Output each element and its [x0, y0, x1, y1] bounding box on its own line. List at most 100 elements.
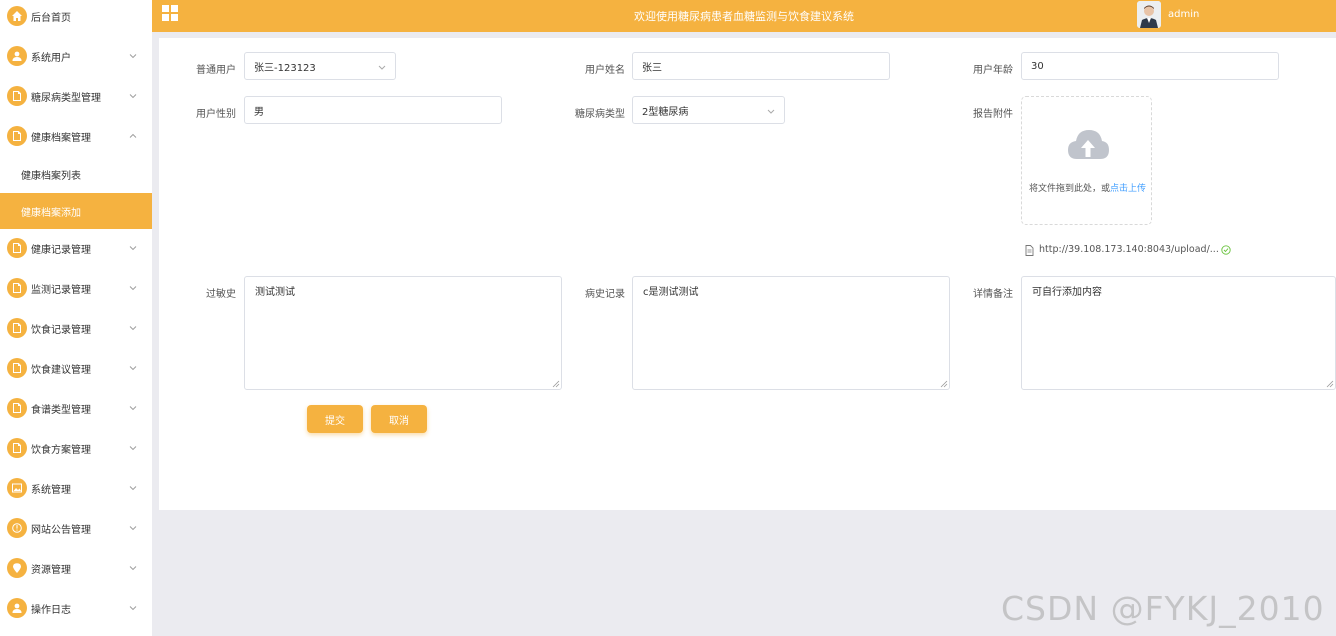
sidebar-item-label: 糖尿病类型管理 — [31, 92, 101, 104]
resize-handle-icon[interactable] — [1326, 380, 1334, 388]
type-label: 糖尿病类型 — [575, 109, 625, 120]
sidebar-item[interactable]: 饮食建议管理 — [0, 348, 152, 388]
age-label: 用户年龄 — [973, 65, 1013, 76]
user-select[interactable]: 张三-123123 — [244, 52, 396, 80]
location-icon — [7, 558, 27, 578]
user-icon — [7, 46, 27, 66]
upload-hint: 将文件拖到此处，或点击上传 — [1022, 181, 1153, 194]
user-select-value: 张三-123123 — [254, 62, 316, 74]
name-input-value: 张三 — [642, 62, 662, 74]
sidebar-item[interactable]: 系统用户 — [0, 36, 152, 76]
notes-label: 详情备注 — [973, 289, 1013, 300]
sidebar-item[interactable]: 监测记录管理 — [0, 268, 152, 308]
allergy-value: 测试测试 — [255, 287, 295, 298]
file-icon — [7, 86, 27, 106]
resize-handle-icon[interactable] — [940, 380, 948, 388]
diabetes-type-select[interactable]: 2型糖尿病 — [632, 96, 785, 124]
sidebar-item-label: 监测记录管理 — [31, 284, 91, 296]
submit-button[interactable]: 提交 — [307, 405, 363, 433]
sidebar-item-label: 食谱类型管理 — [31, 404, 91, 416]
file-icon — [7, 318, 27, 338]
age-input-value: 30 — [1031, 60, 1044, 72]
sidebar-item-label: 饮食记录管理 — [31, 324, 91, 336]
chevron-down-icon — [129, 366, 137, 371]
cancel-button[interactable]: 取消 — [371, 405, 427, 433]
chevron-down-icon — [129, 286, 137, 291]
sidebar-item[interactable]: 糖尿病类型管理 — [0, 76, 152, 116]
sidebar-item[interactable]: 饮食记录管理 — [0, 308, 152, 348]
chevron-down-icon — [767, 109, 775, 114]
top-bar: 欢迎使用糖尿病患者血糖监测与饮食建议系统 admin — [152, 0, 1336, 32]
sidebar-subitem[interactable]: 健康档案列表 — [0, 156, 152, 192]
notes-value: 可自行添加内容 — [1032, 287, 1102, 298]
name-label: 用户姓名 — [585, 65, 625, 76]
history-value: c是测试测试 — [643, 287, 699, 298]
upload-cloud-icon — [1068, 130, 1109, 159]
allergy-textarea[interactable]: 测试测试 — [244, 276, 562, 390]
chevron-down-icon — [129, 406, 137, 411]
sidebar-item[interactable]: 食谱类型管理 — [0, 388, 152, 428]
sidebar-item[interactable]: 系统管理 — [0, 468, 152, 508]
file-icon — [7, 398, 27, 418]
check-circle-icon — [1221, 245, 1231, 255]
file-icon — [7, 238, 27, 258]
sidebar-item-label: 饮食建议管理 — [31, 364, 91, 376]
file-icon — [7, 438, 27, 458]
sidebar-item-label: 饮食方案管理 — [31, 444, 91, 456]
chevron-down-icon — [378, 65, 386, 70]
allergy-label: 过敏史 — [206, 289, 236, 300]
chevron-down-icon — [129, 94, 137, 99]
picture-icon — [7, 478, 27, 498]
sidebar-item-label: 系统用户 — [31, 52, 71, 64]
sidebar-item-label: 健康记录管理 — [31, 244, 91, 256]
notes-textarea[interactable]: 可自行添加内容 — [1021, 276, 1336, 390]
upload-hint-text: 将文件拖到此处，或 — [1028, 184, 1110, 194]
sidebar-item[interactable]: 网站公告管理 — [0, 508, 152, 548]
uploaded-file-item[interactable]: http://39.108.173.140:8043/upload/... — [1025, 244, 1285, 258]
name-input[interactable]: 张三 — [632, 52, 890, 80]
gender-label: 用户性别 — [196, 109, 236, 120]
info-icon — [7, 518, 27, 538]
sidebar-item-label: 网站公告管理 — [31, 524, 91, 536]
chevron-down-icon — [129, 486, 137, 491]
file-name: http://39.108.173.140:8043/upload/... — [1039, 244, 1219, 255]
resize-handle-icon[interactable] — [552, 380, 560, 388]
sidebar-item-home[interactable]: 后台首页 — [0, 0, 152, 36]
sidebar-item[interactable]: 资源管理 — [0, 548, 152, 588]
sidebar-item-label: 系统管理 — [31, 484, 71, 496]
sidebar-item-label: 健康档案管理 — [31, 132, 91, 144]
upload-dropzone[interactable]: 将文件拖到此处，或点击上传 — [1021, 96, 1152, 225]
sidebar-item-label: 操作日志 — [31, 604, 71, 616]
user-icon — [7, 598, 27, 618]
gender-input[interactable]: 男 — [244, 96, 502, 124]
chevron-down-icon — [129, 566, 137, 571]
home-icon — [7, 6, 27, 26]
file-icon — [7, 358, 27, 378]
document-icon — [1025, 245, 1034, 256]
sidebar: 后台首页 系统用户糖尿病类型管理 健康档案管理健康档案列表 健康档案添加健康记录管理… — [0, 0, 152, 636]
age-input[interactable]: 30 — [1021, 52, 1279, 80]
history-textarea[interactable]: c是测试测试 — [632, 276, 950, 390]
sidebar-item-label: 后台首页 — [31, 12, 71, 24]
chevron-up-icon — [129, 133, 137, 138]
attachment-label: 报告附件 — [973, 109, 1013, 120]
avatar[interactable] — [1137, 1, 1161, 28]
form-panel: 普通用户 张三-123123 用户姓名 张三 用户年龄 30 用户性别 男 糖尿… — [159, 38, 1336, 510]
sidebar-item[interactable]: 操作日志 — [0, 588, 152, 628]
file-icon — [7, 126, 27, 146]
chevron-down-icon — [129, 526, 137, 531]
sidebar-item[interactable]: 健康记录管理 — [0, 228, 152, 268]
user-label: 普通用户 — [196, 65, 236, 76]
username[interactable]: admin — [1168, 9, 1199, 20]
sidebar-subitem[interactable]: 健康档案添加 — [0, 193, 152, 229]
chevron-down-icon — [129, 246, 137, 251]
chevron-down-icon — [129, 606, 137, 611]
file-icon — [7, 278, 27, 298]
upload-link[interactable]: 点击上传 — [1110, 184, 1146, 194]
chevron-down-icon — [129, 326, 137, 331]
chevron-down-icon — [129, 54, 137, 59]
watermark: CSDN @FYKJ_2010 — [1001, 589, 1325, 628]
sidebar-item[interactable]: 饮食方案管理 — [0, 428, 152, 468]
history-label: 病史记录 — [585, 289, 625, 300]
sidebar-item[interactable]: 健康档案管理 — [0, 116, 152, 156]
